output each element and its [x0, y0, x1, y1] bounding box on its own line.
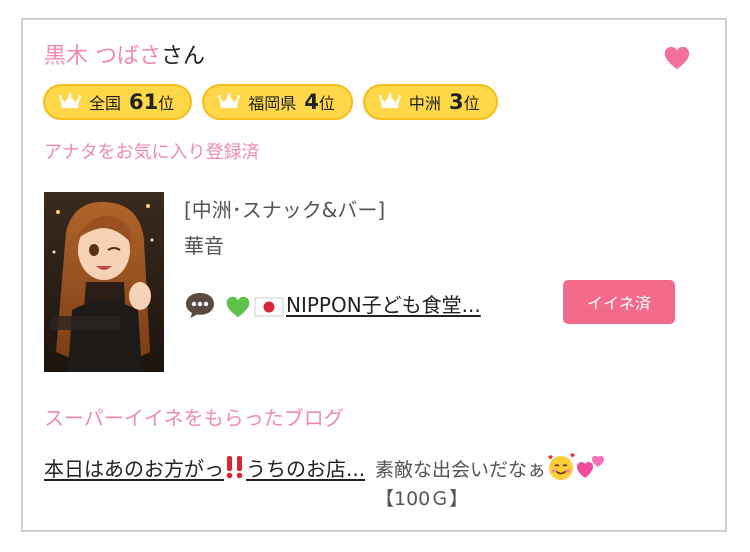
ranking-unit: 位	[318, 94, 335, 113]
ranking-badges: 全国 61 位 福岡県 4位 中洲 3位	[43, 84, 498, 120]
ranking-badge-prefecture: 福岡県 4位	[202, 84, 353, 120]
japan-flag-icon	[254, 297, 284, 316]
latest-post-row: NIPPON子ども食堂...	[184, 291, 481, 320]
profile-photo[interactable]	[44, 192, 164, 372]
super-like-reward: 【100Ｇ】	[375, 488, 469, 510]
two-hearts-icon	[577, 455, 605, 478]
ranking-number: 3	[448, 90, 464, 114]
ranking-number: 4	[304, 90, 319, 114]
ranking-area: 中洲	[408, 94, 441, 113]
user-name-line: 黒木 つばささん	[44, 42, 205, 72]
green-heart-icon	[226, 296, 250, 317]
ranking-badge-national: 全国 61 位	[43, 84, 193, 120]
latest-post-title: NIPPON子ども食堂...	[286, 293, 481, 317]
shop-name[interactable]: 華音	[184, 232, 224, 260]
ranking-badge-district: 中洲 3位	[362, 84, 498, 120]
crown-icon	[378, 93, 401, 108]
super-like-comment: 素敵な出会いだなぁ	[375, 452, 606, 485]
favorite-user-card: 黒木 つばささん 全国 61 位 福岡県 4位 中洲 3 位 アナタをお気に入り…	[21, 18, 727, 532]
blog-title-part1: 本日はあのお方がっ	[44, 457, 224, 481]
ranking-area: 全国	[89, 94, 122, 113]
heart-icon[interactable]	[663, 44, 691, 72]
blog-title-part2: うちのお店...	[246, 457, 366, 481]
ranking-area: 福岡県	[248, 94, 297, 113]
ranking-number: 61	[129, 90, 159, 114]
crown-icon	[218, 93, 241, 108]
crown-icon	[59, 93, 81, 108]
speech-bubble-icon	[186, 293, 214, 319]
double-exclamation-icon	[226, 456, 243, 479]
super-like-section-label: スーパーイイネをもらったブログ	[44, 406, 344, 430]
ranking-unit: 位	[463, 94, 480, 113]
latest-post-link[interactable]: NIPPON子ども食堂...	[224, 291, 481, 320]
shop-category: [中洲･スナック&バー]	[184, 198, 386, 222]
ranking-unit: 位	[158, 94, 175, 113]
favorite-status-label: アナタをお気に入り登録済	[44, 142, 260, 163]
super-like-blog-link[interactable]: 本日はあのお方がっ うちのお店...	[44, 454, 366, 484]
user-name-link[interactable]: 黒木 つばさ	[44, 44, 161, 69]
smiling-face-hearts-icon	[548, 453, 575, 480]
user-name-suffix: さん	[161, 44, 206, 69]
like-done-button[interactable]: イイネ済	[563, 280, 675, 324]
comment-text: 素敵な出会いだなぁ	[375, 459, 547, 481]
